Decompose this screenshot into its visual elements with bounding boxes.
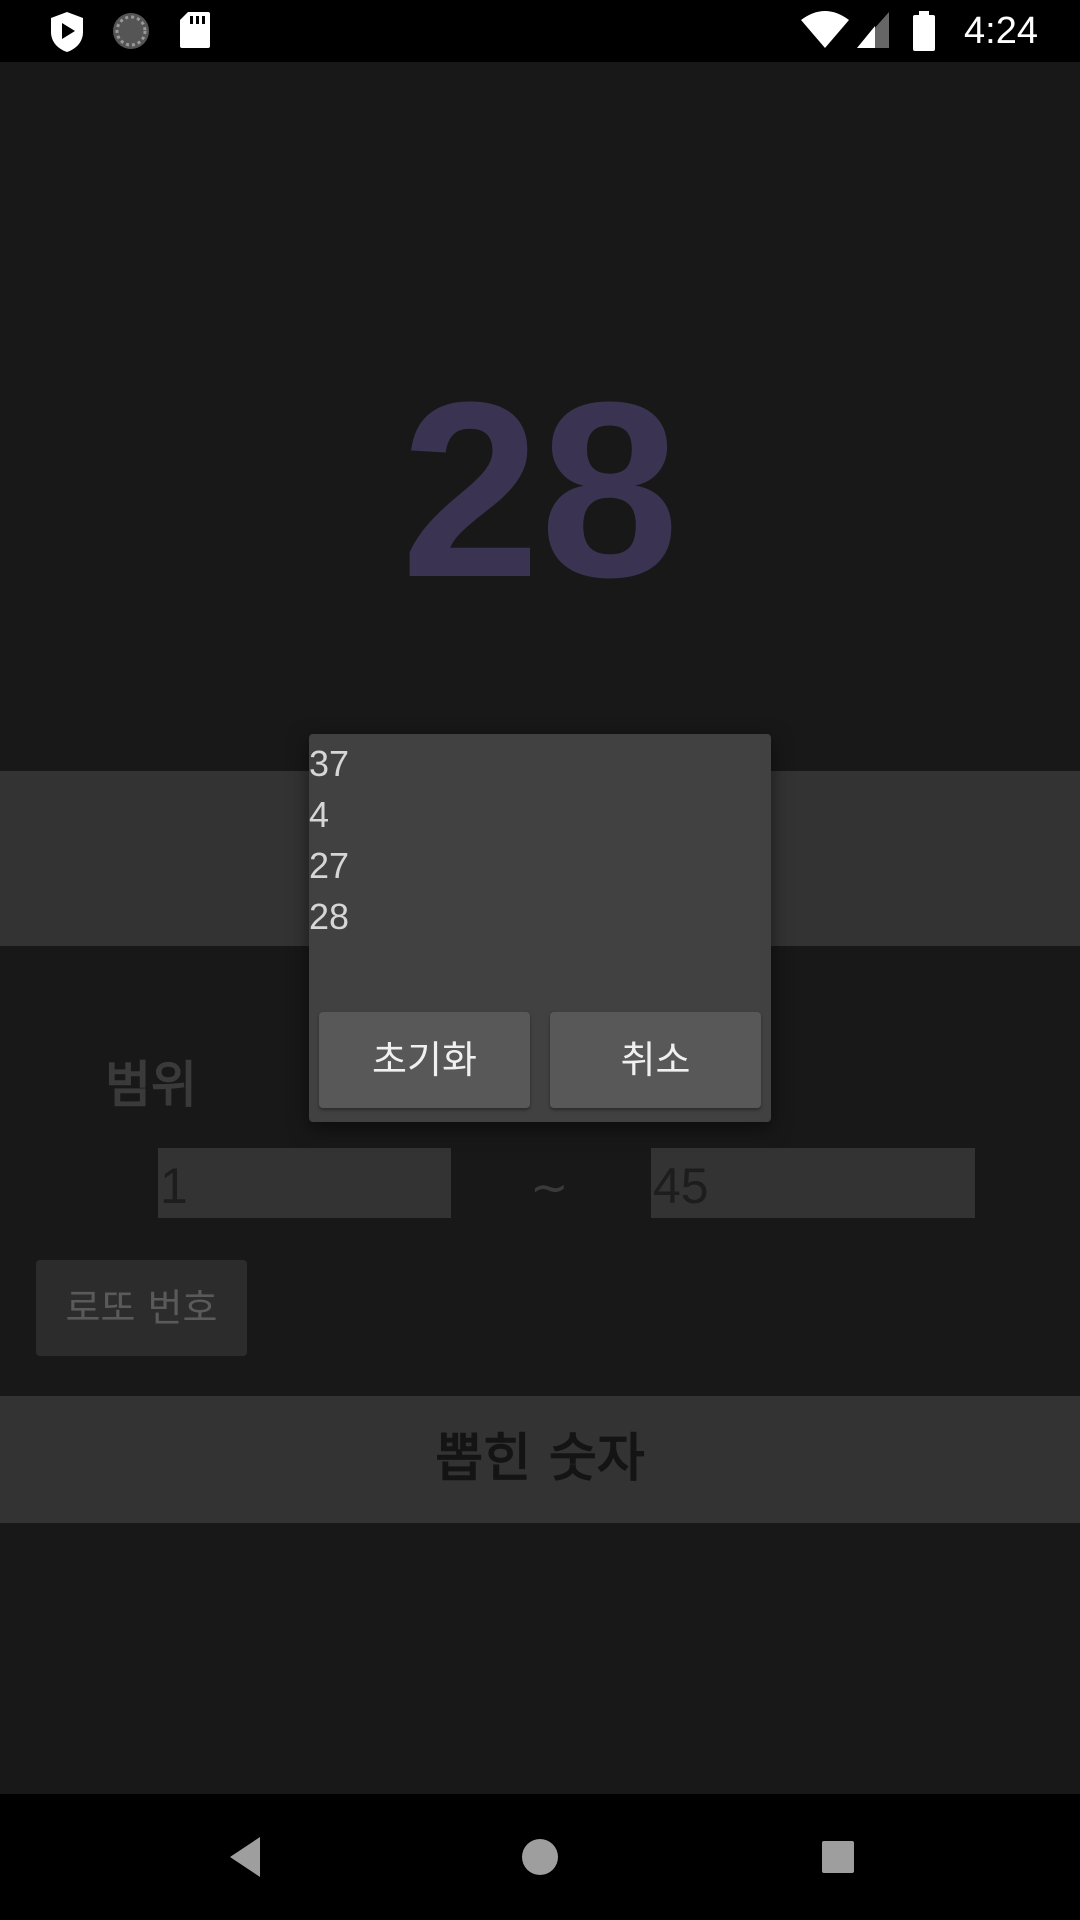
- list-item: 37: [309, 743, 350, 784]
- status-bar: 4:24: [0, 0, 1080, 62]
- drawn-numbers-list: 37 4 27 28: [309, 738, 771, 942]
- list-item: 4: [309, 794, 330, 835]
- recents-icon[interactable]: [808, 1827, 868, 1891]
- range-separator: ~: [530, 1160, 569, 1214]
- reset-button[interactable]: 초기화: [319, 1012, 530, 1108]
- back-icon[interactable]: [218, 1827, 278, 1891]
- status-time: 4:24: [964, 10, 1038, 52]
- home-icon[interactable]: [510, 1827, 570, 1891]
- sd-card-icon: [178, 10, 212, 54]
- app-screen: 4:24 28 범위 1 ~ 45 로또 번호 뽑힌 숫자 37 4 27 28…: [0, 0, 1080, 1920]
- lotto-number-button[interactable]: 로또 번호: [36, 1260, 247, 1356]
- range-label: 범위: [105, 1056, 197, 1114]
- wifi-icon: [800, 10, 850, 54]
- cell-signal-icon: [855, 10, 891, 54]
- list-item: 28: [309, 896, 350, 937]
- drawn-numbers-button[interactable]: 뽑힌 숫자: [0, 1396, 1080, 1523]
- battery-icon: [912, 10, 936, 56]
- range-max-input[interactable]: 45: [651, 1148, 975, 1218]
- drawn-numbers-dialog: 37 4 27 28 초기화 취소: [309, 734, 771, 1122]
- navigation-bar: [0, 1794, 1080, 1920]
- loading-icon: [110, 10, 152, 56]
- cancel-button[interactable]: 취소: [550, 1012, 761, 1108]
- current-number: 28: [400, 350, 680, 629]
- play-protect-icon: [48, 10, 86, 58]
- list-item: 27: [309, 845, 350, 886]
- range-min-input[interactable]: 1: [158, 1148, 451, 1218]
